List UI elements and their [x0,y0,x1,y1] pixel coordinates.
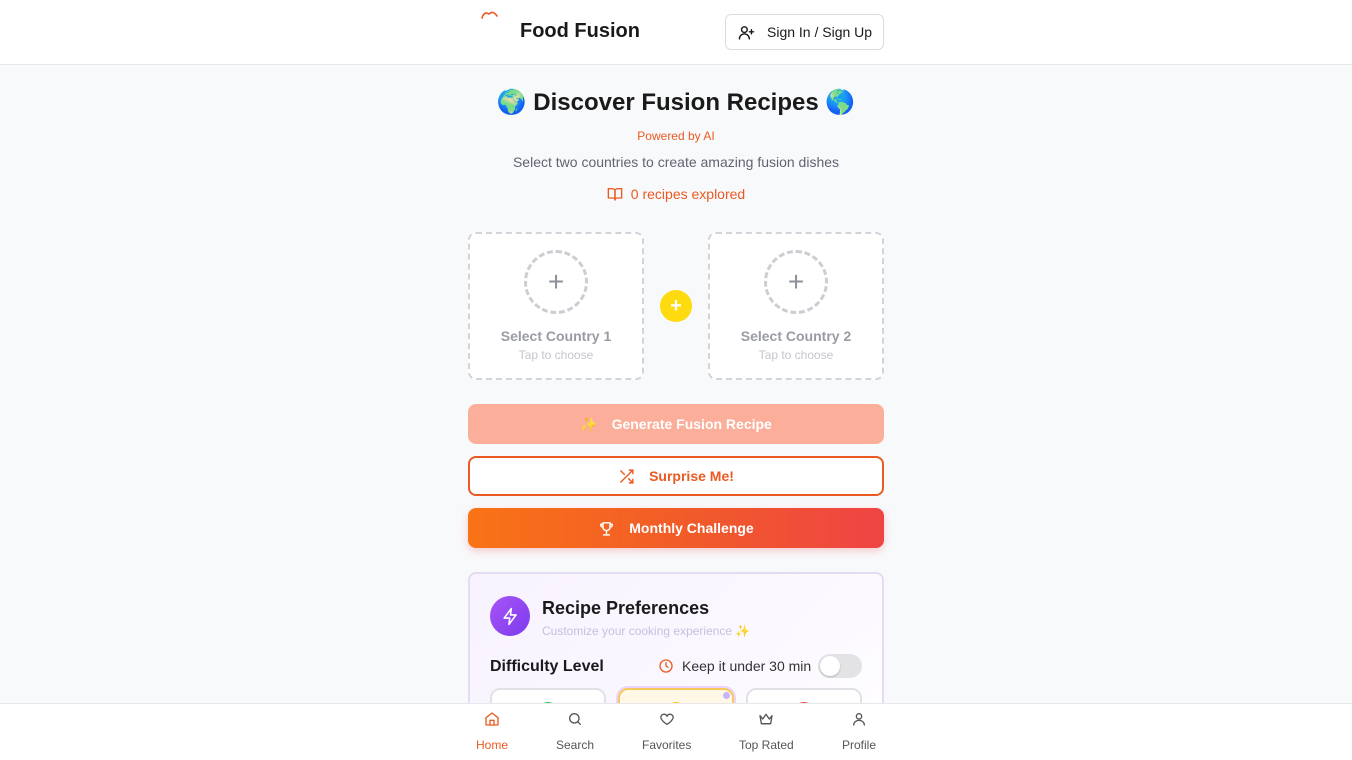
quick-recipe-label: Keep it under 30 min [682,658,812,674]
toggle-knob [820,656,840,676]
chef-hat-icon [481,11,498,19]
nav-profile-label: Profile [842,738,877,752]
home-icon [485,712,499,726]
country-2-title: Select Country 2 [740,328,852,344]
trophy-icon [600,521,614,536]
country-1-selector[interactable]: + Select Country 1 Tap to choose [468,232,644,380]
sign-in-button[interactable]: Sign In / Sign Up [725,14,884,50]
app-title: Food Fusion [520,20,640,42]
difficulty-label: Difficulty Level [490,658,604,675]
search-icon [569,713,582,725]
sign-in-label: Sign In / Sign Up [767,24,873,40]
clock-icon [659,659,673,673]
plus-join-icon: + [660,290,692,322]
country-2-hint: Tap to choose [758,348,834,362]
preferences-title: Recipe Preferences [542,598,710,618]
surprise-me-button[interactable]: Surprise Me! [468,456,884,496]
book-open-icon [607,188,623,201]
nav-home[interactable]: Home [476,704,508,760]
preferences-subtitle: Customize your cooking experience ✨ [542,624,751,638]
crown-icon [759,713,774,725]
quick-recipe-toggle[interactable] [818,654,862,678]
nav-top-rated-label: Top Rated [739,738,794,752]
add-country-icon: + [524,250,588,314]
generate-recipe-label: Generate Fusion Recipe [611,416,772,432]
powered-by-label: Powered by AI [637,129,715,143]
nav-profile[interactable]: Profile [842,704,876,760]
heart-icon [659,713,674,725]
monthly-challenge-button[interactable]: Monthly Challenge [468,508,884,548]
nav-favorites-label: Favorites [642,738,692,752]
lightning-badge [490,596,530,636]
monthly-challenge-label: Monthly Challenge [629,520,754,536]
country-2-selector[interactable]: + Select Country 2 Tap to choose [708,232,884,380]
lightning-icon [502,607,517,625]
page-title: 🌍 Discover Fusion Recipes 🌎 [496,89,856,116]
surprise-me-label: Surprise Me! [649,468,734,484]
quick-recipe-option: Keep it under 30 min [658,658,811,674]
bottom-nav: Home Search Favorites Top Rated Profile [0,703,1352,760]
selected-indicator [723,692,730,699]
user-icon [853,713,865,726]
nav-favorites[interactable]: Favorites [642,704,691,760]
recipes-explored-text: 0 recipes explored [630,186,746,202]
country-1-title: Select Country 1 [500,328,612,344]
nav-top-rated[interactable]: Top Rated [739,704,794,760]
nav-home-label: Home [476,738,509,752]
user-plus-icon [738,25,755,40]
sparkles-icon: ✨ [580,415,598,432]
recipes-explored-counter: 0 recipes explored [0,186,1352,202]
nav-search-label: Search [556,738,595,752]
generate-recipe-button[interactable]: ✨ Generate Fusion Recipe [468,404,884,444]
nav-search[interactable]: Search [556,704,594,760]
country-1-hint: Tap to choose [518,348,594,362]
page-subtitle: Select two countries to create amazing f… [512,154,840,170]
shuffle-icon [620,468,634,484]
add-country-icon: + [764,250,828,314]
top-bar: Food Fusion Sign In / Sign Up [0,0,1352,65]
